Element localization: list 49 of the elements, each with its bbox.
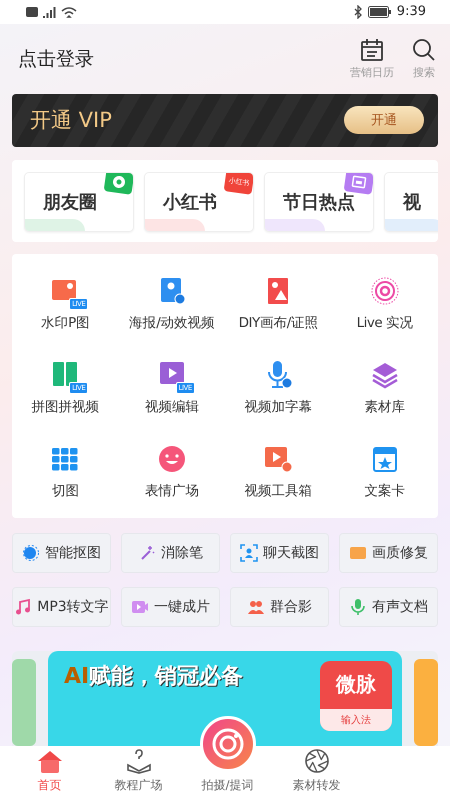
- target-icon: [370, 276, 400, 306]
- signal-icon: [43, 6, 56, 18]
- shutter-icon: [104, 173, 133, 196]
- app-tag: 输入法: [320, 708, 392, 731]
- tab-item[interactable]: 素材转发: [272, 748, 361, 800]
- feature-chip[interactable]: 画质修复: [339, 532, 438, 573]
- feature-chip[interactable]: 聊天截图: [230, 532, 329, 573]
- promo-banner[interactable]: AI赋能，销冠必备 微脉 输入法: [48, 650, 402, 746]
- portrait-scan-icon: [240, 544, 258, 562]
- tool-item[interactable]: Live 实况: [332, 262, 438, 346]
- vip-title: 开通 VIP: [30, 107, 112, 134]
- tab-item[interactable]: 教程广场: [94, 748, 183, 800]
- banner-headline: AI赋能，销冠必备: [64, 662, 244, 691]
- scene-card[interactable]: 朋友圈: [24, 172, 134, 232]
- calendar-icon: [360, 38, 384, 62]
- music-note-icon: [14, 598, 32, 616]
- tool-item[interactable]: DIY画布/证照: [225, 262, 332, 346]
- microphone-icon: [349, 598, 367, 616]
- camera-icon: [210, 727, 244, 762]
- feature-chip[interactable]: MP3转文字: [12, 586, 111, 627]
- feature-chip[interactable]: 群合影: [230, 586, 329, 627]
- feature-chip[interactable]: 一键成片: [121, 586, 220, 627]
- cutout-icon: [22, 544, 40, 562]
- battery-icon: [368, 6, 392, 18]
- book-question-icon: [126, 748, 152, 774]
- tool-item[interactable]: 素材库: [332, 346, 438, 430]
- scene-card[interactable]: 视: [384, 172, 438, 232]
- smiley-icon: [156, 444, 187, 474]
- tool-item[interactable]: 文案卡: [332, 430, 438, 514]
- tool-item[interactable]: 视频工具箱: [225, 430, 332, 514]
- aperture-icon: [304, 748, 330, 774]
- feature-chip[interactable]: 有声文档: [339, 586, 438, 627]
- home-icon: [36, 750, 62, 774]
- login-link[interactable]: 点击登录: [18, 46, 94, 72]
- tool-item[interactable]: 表情广场: [118, 430, 225, 514]
- feature-chip[interactable]: 智能抠图: [12, 532, 111, 573]
- tab-item[interactable]: 首页: [5, 750, 94, 800]
- scene-card[interactable]: 节日热点: [264, 172, 374, 232]
- clock-time: 9:39: [396, 4, 426, 20]
- vip-button[interactable]: 开通: [344, 106, 424, 134]
- feature-chip[interactable]: 消除笔: [121, 532, 220, 573]
- tab-item[interactable]: 拍摄/提词: [201, 777, 254, 800]
- search-icon: [412, 38, 436, 62]
- tool-item[interactable]: 海报/动效视频: [118, 262, 225, 346]
- tool-item[interactable]: 切图: [12, 430, 118, 514]
- wifi-icon: [61, 6, 77, 18]
- tool-item[interactable]: 视频加字幕: [225, 346, 332, 430]
- app-name: 微脉: [336, 670, 376, 698]
- bluetooth-icon: [352, 4, 363, 19]
